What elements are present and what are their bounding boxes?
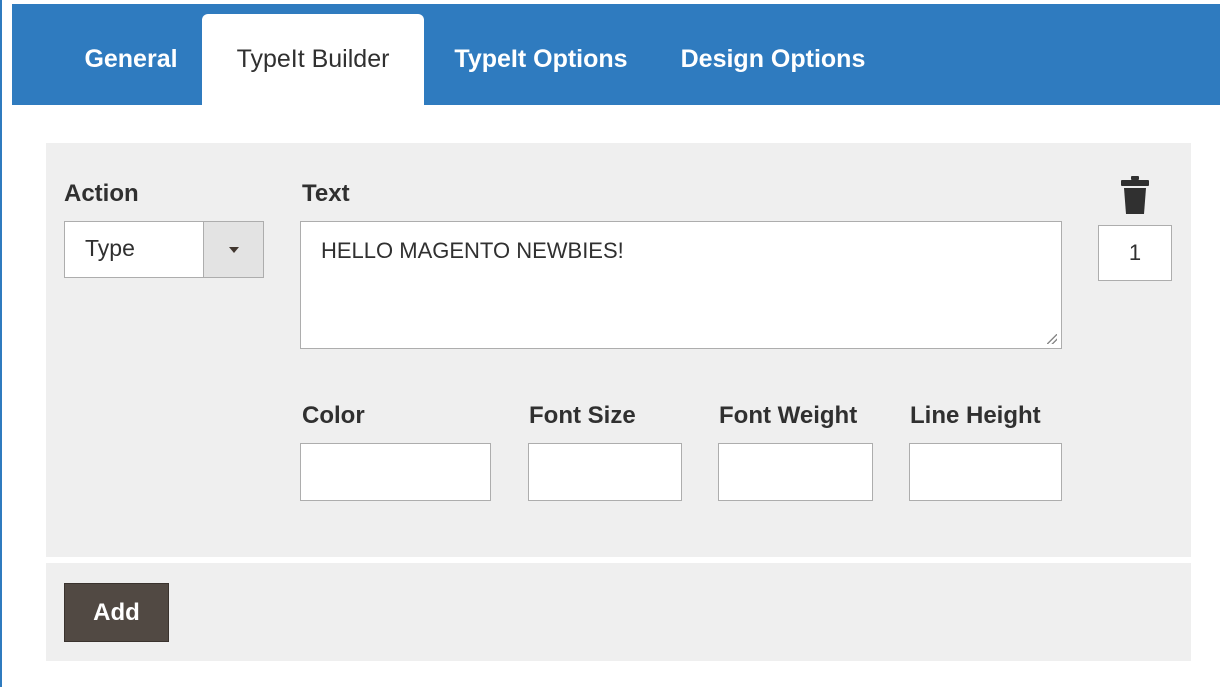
font-weight-label: Font Weight xyxy=(719,402,858,429)
color-input[interactable] xyxy=(300,443,491,501)
action-label: Action xyxy=(64,180,139,207)
text-label: Text xyxy=(302,180,350,207)
tab-design-options[interactable]: Design Options xyxy=(658,14,888,105)
tab-bar: General TypeIt Builder TypeIt Options De… xyxy=(12,4,1220,105)
add-button[interactable]: Add xyxy=(64,583,169,642)
line-height-label: Line Height xyxy=(910,402,1041,429)
text-textarea-value: HELLO MAGENTO NEWBIES! xyxy=(321,238,624,263)
font-weight-input[interactable] xyxy=(718,443,873,501)
resize-handle[interactable] xyxy=(1047,334,1057,344)
color-label: Color xyxy=(302,402,365,429)
sort-order-input[interactable]: 1 xyxy=(1098,225,1172,281)
text-textarea[interactable]: HELLO MAGENTO NEWBIES! xyxy=(300,221,1062,349)
action-select-value: Type xyxy=(85,235,135,261)
builder-footer xyxy=(46,563,1191,661)
tab-typeit-builder[interactable]: TypeIt Builder xyxy=(202,14,424,105)
line-height-input[interactable] xyxy=(909,443,1062,501)
font-size-input[interactable] xyxy=(528,443,682,501)
trash-icon[interactable] xyxy=(1120,176,1150,214)
action-select-toggle[interactable] xyxy=(203,222,263,277)
caret-down-icon xyxy=(228,246,239,253)
tab-general[interactable]: General xyxy=(60,14,202,105)
sort-order-value: 1 xyxy=(1128,240,1142,265)
tab-typeit-options[interactable]: TypeIt Options xyxy=(424,14,658,105)
action-select[interactable]: Type xyxy=(64,221,264,278)
font-size-label: Font Size xyxy=(529,402,636,429)
